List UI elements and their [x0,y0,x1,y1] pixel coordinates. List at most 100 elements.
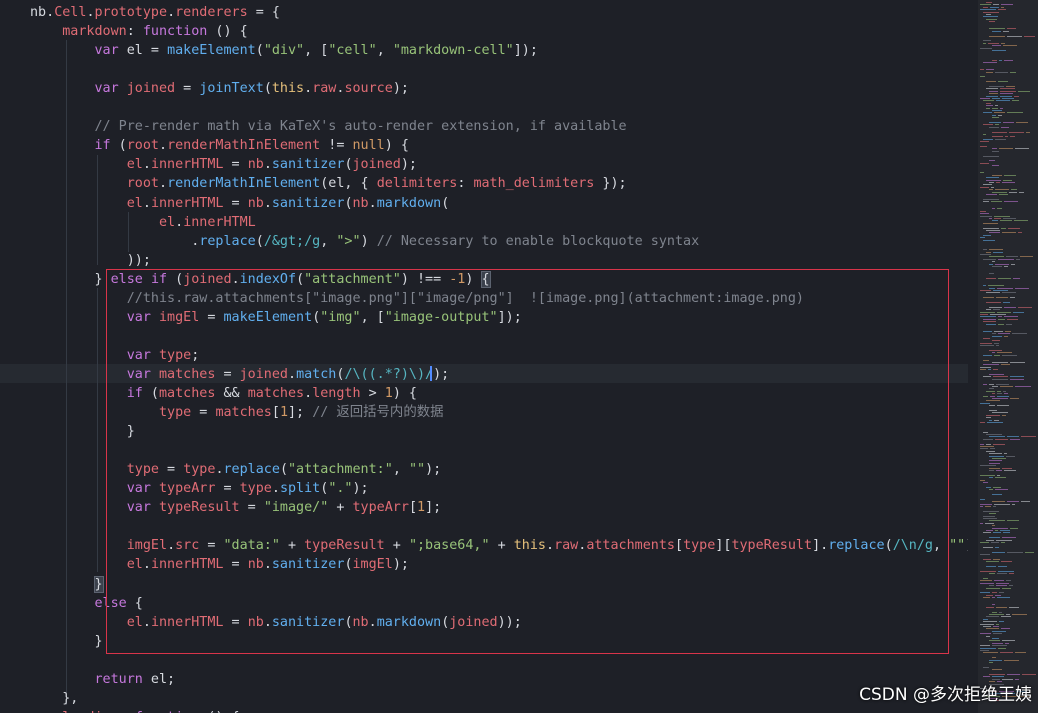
minimap-line [992,657,996,659]
minimap-line [986,251,991,253]
minimap-line [999,621,1004,623]
minimap-line [1010,378,1024,380]
minimap-line [1001,126,1009,128]
code-line[interactable]: nb.Cell.prototype.renderers = { [30,3,280,22]
minimap-line [980,162,989,164]
code-line[interactable]: // Pre-render math via KaTeX's auto-rend… [30,117,627,136]
minimap-line [983,354,992,356]
code-line[interactable]: el.innerHTML = nb.sanitizer(nb.markdown( [30,194,450,213]
code-token: { [126,595,143,611]
code-line[interactable]: if (matches && matches.length > 1) { [30,384,417,403]
minimap-line [993,558,1000,560]
code-line[interactable]: var matches = joined.match(/\((.*?)\)/); [30,365,450,384]
minimap-line [989,489,993,491]
code-token: ( [344,557,353,573]
minimap-line [994,330,1003,332]
code-line[interactable]: var joined = joinText(this.raw.source); [30,79,409,98]
code-line[interactable]: }, [30,689,78,708]
minimap-line [983,124,993,126]
minimap-line [992,604,995,606]
code-line[interactable]: var el = makeElement("div", ["cell", "ma… [30,41,538,60]
code-line[interactable]: el.innerHTML [30,213,256,232]
code-token: + [328,500,353,516]
code-line[interactable]: if (root.renderMathInElement != null) { [30,136,409,155]
code-line[interactable]: //this.raw.attachments["image.png"]["ima… [30,289,804,308]
code-line[interactable]: var typeResult = "image/" + typeArr[1]; [30,498,441,517]
code-editor[interactable]: nb.Cell.prototype.renderers = { markdown… [0,0,968,713]
minimap-line [989,453,1002,455]
code-token: indexOf [239,271,297,287]
minimap-line [989,388,994,390]
minimap-line [990,6,999,8]
code-token: . [263,157,272,173]
text-cursor [430,366,432,381]
minimap-line [983,297,994,299]
code-line[interactable]: var type; [30,346,200,365]
minimap-line [989,477,993,479]
minimap-line [980,342,992,344]
minimap-line [1010,136,1015,138]
minimap-line [996,345,999,347]
code-line[interactable]: } [30,632,102,651]
code-token: ]); [513,43,538,59]
code-line[interactable]: type = type.replace("attachment:", ""); [30,460,441,479]
minimap-line [993,369,998,371]
minimap-line [980,316,996,318]
minimap-line [995,189,1009,191]
minimap-line [986,81,996,83]
code-token: "attachment" [304,271,401,287]
code-line[interactable]: } [30,422,135,441]
code-token: ; [191,347,200,363]
minimap-line [991,186,994,188]
code-line[interactable]: .replace(/&gt;/g, ">") // Necessary to e… [30,232,699,251]
minimap[interactable] [968,0,1038,713]
minimap-line [996,383,1009,385]
minimap-line [1000,386,1013,387]
code-token: split [279,481,321,497]
code-token: function [142,24,208,40]
code-line[interactable]: imgEl.src = "data:" + typeResult + ";bas… [30,536,968,555]
code-line[interactable]: el.innerHTML = nb.sanitizer(imgEl); [30,555,409,574]
code-line[interactable]: root.renderMathInElement(el, { delimiter… [30,174,627,193]
code-line[interactable]: } else if (joined.indexOf("attachment") … [30,270,491,289]
code-line[interactable]: var typeArr = type.split("."); [30,479,369,498]
minimap-line [996,582,1009,584]
code-line[interactable]: var imgEl = makeElement("img", ["image-o… [30,308,522,327]
code-line[interactable]: markdown: function () { [30,22,247,41]
minimap-line [992,525,995,527]
code-line[interactable]: )); [30,251,151,270]
minimap-line [997,352,1012,354]
code-line[interactable]: el.innerHTML = nb.sanitizer(joined); [30,155,417,174]
minimap-line [989,35,1005,37]
code-token: joined [183,271,232,287]
minimap-line [986,105,993,107]
minimap-line [989,573,995,575]
code-line[interactable]: } [30,575,104,594]
minimap-line [997,573,1007,575]
code-token: . [215,462,224,478]
minimap-line [986,95,998,97]
minimap-line [995,105,998,107]
code-line[interactable]: type = matches[1]; // 返回括号内的数据 [30,403,444,422]
minimap-line [986,561,999,563]
minimap-line [983,597,990,599]
code-line[interactable]: loading: function () { [30,708,239,713]
minimap-line [980,645,990,647]
minimap-line [992,136,1003,138]
minimap-line [992,117,999,119]
minimap-line [989,189,993,191]
minimap-line [983,558,991,560]
code-line[interactable]: else { [30,594,143,613]
minimap-line [983,134,986,135]
minimap-line [995,71,1008,73]
code-line[interactable]: return el; [30,670,176,689]
code-line[interactable]: el.innerHTML = nb.sanitizer(nb.markdown(… [30,613,522,632]
code-token: . [159,176,168,192]
